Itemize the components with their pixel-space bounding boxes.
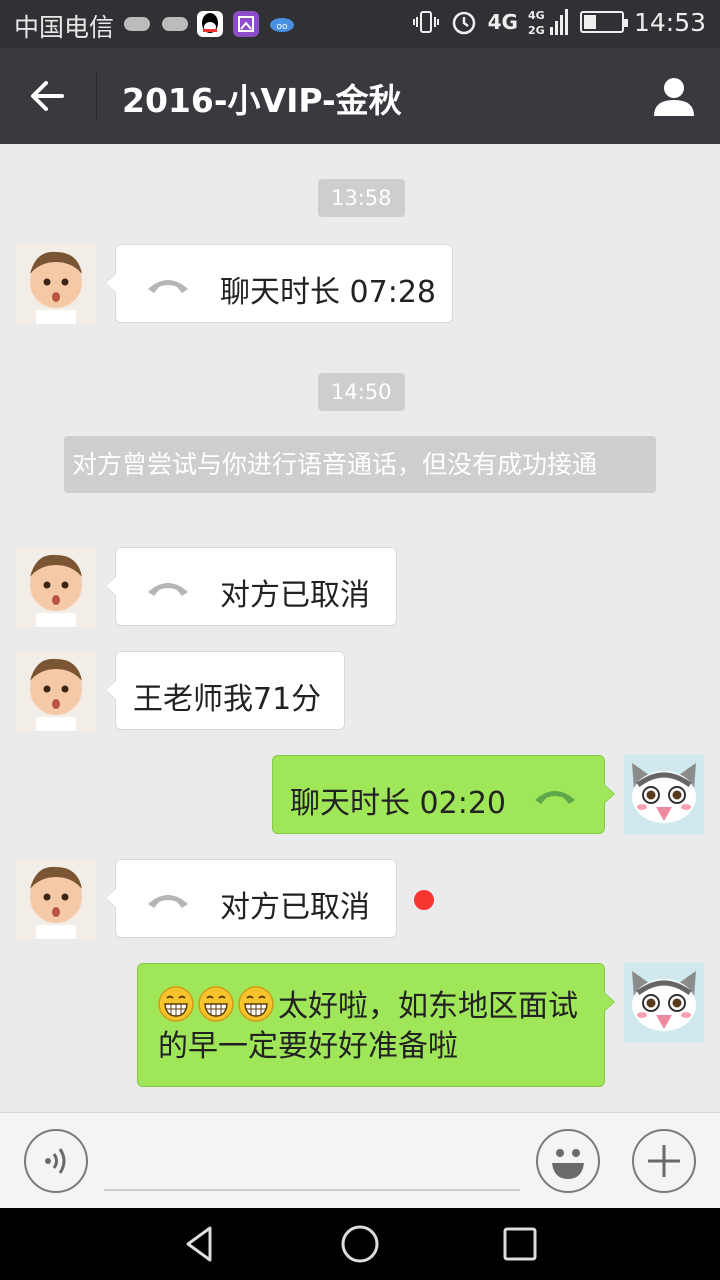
system-notice: 对方曾尝试与你进行语音通话，但没有成功接通: [64, 436, 656, 493]
nav-home-button[interactable]: [338, 1222, 382, 1266]
cloud-icon: oo: [269, 11, 295, 37]
plus-icon: [648, 1145, 680, 1177]
arrow-left-icon: [31, 81, 64, 111]
chat-title: 2016-小VIP-金秋: [122, 81, 402, 120]
text-bubble[interactable]: 王老师我71分: [105, 651, 345, 730]
vibrate-icon: [412, 11, 439, 33]
timestamp: 14:50: [318, 373, 405, 411]
grin-emoji-icon: [238, 986, 274, 1022]
nav-recents-button[interactable]: [498, 1222, 542, 1266]
alarm-icon: [452, 11, 475, 35]
notification-icon: [162, 17, 188, 31]
avatar-cat[interactable]: [624, 755, 704, 835]
person-icon: [654, 78, 694, 116]
svg-text:4G: 4G: [528, 9, 545, 22]
phone-icon: [148, 895, 188, 908]
avatar-cat[interactable]: [624, 963, 704, 1043]
notification-icon: [124, 17, 150, 31]
status-bar: 中国电信 oo 4G 4G 2G 14:53: [0, 0, 720, 48]
call-bubble[interactable]: 聊天时长 02:20: [272, 755, 615, 834]
status-right: 4G 4G 2G 14:53: [412, 7, 706, 37]
back-triangle-icon: [186, 1226, 212, 1262]
voice-icon: [45, 1148, 66, 1174]
image-icon: [233, 11, 259, 37]
phone-icon: [148, 583, 188, 596]
call-duration-text: 聊天时长 02:20: [290, 786, 506, 821]
message-text: 王老师我71分: [133, 682, 322, 717]
voice-button[interactable]: [24, 1129, 88, 1193]
smiley-icon: [552, 1149, 584, 1179]
carrier-label: 中国电信: [14, 13, 115, 42]
phone-icon: [148, 280, 188, 293]
recents-square-icon: [503, 1227, 537, 1261]
svg-text:oo: oo: [276, 22, 288, 32]
unread-indicator: [414, 890, 434, 910]
nav-back-button[interactable]: [178, 1222, 222, 1266]
avatar-baby[interactable]: [16, 651, 96, 731]
input-bar: [0, 1112, 720, 1208]
grin-emoji-icon: [158, 986, 194, 1022]
call-status-text: 对方已取消: [220, 890, 370, 925]
call-bubble[interactable]: 对方已取消: [105, 547, 397, 626]
phone-icon: [535, 791, 575, 804]
avatar-baby[interactable]: [16, 859, 96, 939]
avatar-baby[interactable]: [16, 244, 96, 324]
chat-area[interactable]: 13:58 聊天时长 07:28 14:50 对方曾尝试与你进行语音通话，但没有…: [0, 144, 720, 1112]
navigation-bar: [0, 1208, 720, 1280]
call-status-text: 对方已取消: [220, 578, 370, 613]
more-button[interactable]: [632, 1129, 696, 1193]
title-divider: [96, 72, 97, 120]
call-bubble[interactable]: 对方已取消: [105, 859, 397, 938]
call-bubble[interactable]: 聊天时长 07:28: [105, 244, 453, 323]
chat-info-button[interactable]: [650, 72, 698, 120]
timestamp: 13:58: [318, 179, 405, 217]
qq-icon: [197, 11, 223, 37]
title-bar: 2016-小VIP-金秋: [0, 48, 720, 144]
signal-icon: 4G2G: [528, 9, 568, 37]
grin-emoji-icon: [198, 986, 234, 1022]
avatar-baby[interactable]: [16, 547, 96, 627]
call-duration-text: 聊天时长 07:28: [220, 275, 436, 310]
clock: 14:53: [633, 7, 706, 37]
back-button[interactable]: [22, 72, 76, 120]
network-label: 4G: [487, 10, 518, 34]
svg-text:2G: 2G: [528, 24, 545, 37]
battery-icon: [579, 11, 628, 33]
message-input[interactable]: [104, 1143, 520, 1191]
emoji-button[interactable]: [536, 1129, 600, 1193]
text-bubble[interactable]: 太好啦，如东地区面试的早一定要好好准备啦: [137, 963, 615, 1087]
home-circle-icon: [341, 1225, 379, 1263]
